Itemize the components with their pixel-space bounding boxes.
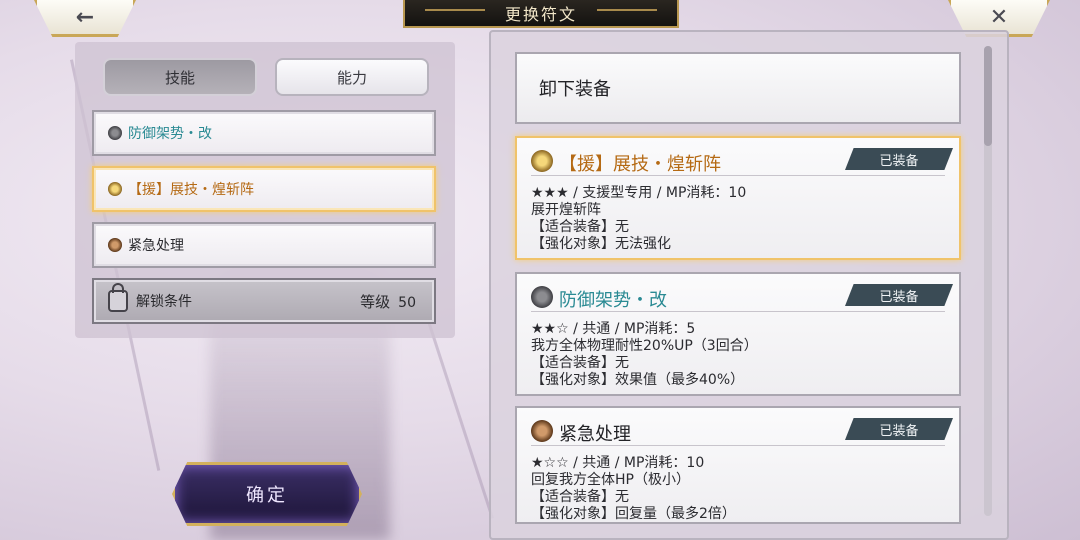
rune-slot-2-selected[interactable]: 【援】展技・煌斩阵 <box>92 166 436 212</box>
equipped-badge: 已装备 <box>845 284 953 306</box>
unequip-button[interactable]: 卸下装备 <box>515 52 961 124</box>
confirm-button[interactable]: 确定 <box>172 462 362 526</box>
confirm-button-label: 确定 <box>246 485 288 506</box>
equipped-badge: 已装备 <box>845 418 953 440</box>
unequip-label: 卸下装备 <box>539 79 611 100</box>
card-divider <box>531 445 945 446</box>
rune-card[interactable]: 防御架势・改 已装备 ★★☆ / 共通 / MP消耗：5 我方全体物理耐性20%… <box>515 272 961 396</box>
equipped-runes-panel: 技能 能力 防御架势・改 【援】展技・煌斩阵 紧急处理 解锁条件 等级 50 <box>75 42 455 338</box>
lock-icon <box>108 283 128 312</box>
scrollbar-thumb[interactable] <box>984 46 992 146</box>
defense-rune-icon <box>108 126 122 140</box>
equipped-badge: 已装备 <box>845 148 953 170</box>
rune-enhance-target: 【强化对象】效果值（最多40%） <box>531 372 745 388</box>
card-divider <box>531 175 945 176</box>
heal-rune-icon <box>531 420 553 442</box>
rune-slot-label: 紧急处理 <box>128 238 184 254</box>
rune-enhance-target: 【强化对象】回复量（最多2倍） <box>531 506 736 522</box>
level-label: 等级 <box>360 292 391 311</box>
rune-name: 【援】展技・煌斩阵 <box>559 154 721 175</box>
defense-rune-icon <box>531 286 553 308</box>
rune-card-selected[interactable]: 【援】展技・煌斩阵 已装备 ★★★ / 支援型专用 / MP消耗：10 展开煌斩… <box>515 136 961 260</box>
rune-name: 防御架势・改 <box>559 290 667 311</box>
card-divider <box>531 311 945 312</box>
close-icon: ✕ <box>989 4 1009 30</box>
screen-title: 更换符文 <box>403 0 679 28</box>
locked-rune-slot: 解锁条件 等级 50 <box>92 278 436 324</box>
support-rune-icon <box>531 150 553 172</box>
rune-card[interactable]: 紧急处理 已装备 ★☆☆ / 共通 / MP消耗：10 回复我方全体HP（极小）… <box>515 406 961 524</box>
rune-list-scrollbar[interactable] <box>984 46 992 516</box>
back-arrow-icon: ← <box>75 4 95 30</box>
rune-name: 紧急处理 <box>559 424 631 445</box>
unlock-condition-label: 解锁条件 <box>136 294 192 310</box>
rune-slot-3[interactable]: 紧急处理 <box>92 222 436 268</box>
screen-title-text: 更换符文 <box>504 5 577 24</box>
rune-slot-label: 【援】展技・煌斩阵 <box>128 182 254 198</box>
tab-skill-label: 技能 <box>164 68 195 87</box>
back-button[interactable]: ← <box>34 0 136 37</box>
rune-slot-label: 防御架势・改 <box>128 126 212 142</box>
support-rune-icon <box>108 182 122 196</box>
tab-skill[interactable]: 技能 <box>103 58 257 96</box>
heal-rune-icon <box>108 238 122 252</box>
unlock-level: 等级 50 <box>360 291 416 312</box>
tab-ability-label: 能力 <box>336 68 367 87</box>
rune-slot-1[interactable]: 防御架势・改 <box>92 110 436 156</box>
tab-ability[interactable]: 能力 <box>275 58 429 96</box>
level-value: 50 <box>398 294 416 311</box>
rune-enhance-target: 【强化对象】无法强化 <box>531 236 671 252</box>
